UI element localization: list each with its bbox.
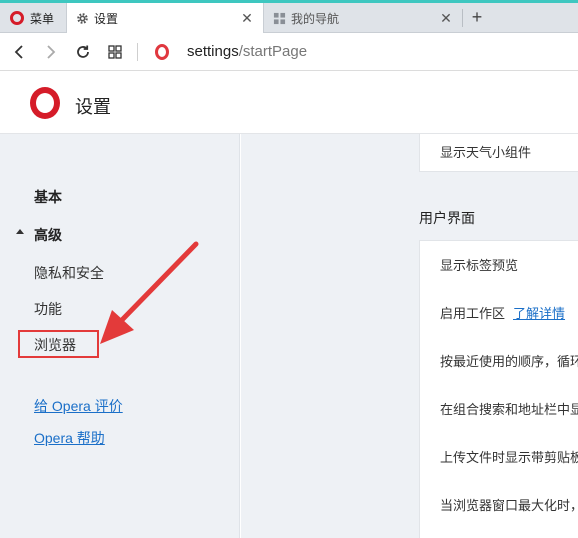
setting-label: 启用工作区 bbox=[440, 306, 506, 321]
section-title-user-interface: 用户界面 bbox=[419, 210, 475, 226]
setting-row-cycle-tabs[interactable]: 按最近使用的顺序，循环切 bbox=[440, 351, 578, 370]
url-field[interactable]: settings/startPage bbox=[187, 43, 307, 60]
setting-label: 当浏览器窗口最大化时， bbox=[440, 498, 578, 513]
tab-my-navigation[interactable]: 我的导航 ✕ bbox=[264, 3, 462, 33]
setting-row-maximized-window[interactable]: 当浏览器窗口最大化时， bbox=[440, 495, 578, 514]
close-tab-icon[interactable]: ✕ bbox=[239, 10, 255, 26]
grid-icon bbox=[272, 11, 286, 25]
tab-label: 设置 bbox=[94, 11, 119, 26]
page-title: 设置 bbox=[75, 97, 111, 117]
setting-row-workspaces[interactable]: 启用工作区 了解详情 bbox=[440, 303, 565, 322]
sidebar-item-basic[interactable]: 基本 bbox=[34, 187, 62, 207]
address-bar: settings/startPage bbox=[0, 33, 578, 71]
menu-label: 菜单 bbox=[30, 11, 55, 26]
sidebar-item-advanced[interactable]: 高级 bbox=[34, 225, 62, 245]
back-icon[interactable] bbox=[8, 41, 30, 63]
user-interface-rows: 显示标签预览 启用工作区了解详情 按最近使用的顺序，循环切 在组合搜索和地址栏中… bbox=[420, 240, 578, 538]
setting-label: 显示标签预览 bbox=[440, 258, 519, 273]
url-host: settings bbox=[187, 43, 239, 60]
opera-logo-icon bbox=[10, 11, 24, 25]
weather-widget-setting[interactable]: 显示天气小组件 bbox=[440, 142, 531, 161]
setting-label: 上传文件时显示带剪贴板内 bbox=[440, 450, 578, 465]
url-path: /startPage bbox=[238, 43, 308, 60]
gear-icon bbox=[75, 11, 89, 25]
opera-logo-icon bbox=[30, 87, 60, 119]
setting-label: 按最近使用的顺序，循环切 bbox=[440, 354, 578, 369]
tab-label: 我的导航 bbox=[291, 11, 340, 26]
reload-icon[interactable] bbox=[72, 41, 94, 63]
tab-separator bbox=[462, 9, 463, 27]
setting-row-upload-clipboard[interactable]: 上传文件时显示带剪贴板内 bbox=[440, 447, 578, 466]
setting-label: 在组合搜索和地址栏中显示 bbox=[440, 402, 578, 417]
address-separator bbox=[137, 43, 138, 61]
opera-menu-button[interactable]: 菜单 bbox=[0, 3, 66, 33]
learn-more-link[interactable]: 了解详情 bbox=[513, 306, 565, 321]
sidebar-item-privacy-security[interactable]: 隐私和安全 bbox=[34, 263, 104, 283]
tab-grid-icon[interactable] bbox=[104, 41, 126, 63]
opera-help-link[interactable]: Opera 帮助 bbox=[34, 428, 105, 448]
caret-up-icon[interactable] bbox=[16, 229, 24, 234]
forward-icon[interactable] bbox=[40, 41, 62, 63]
tab-strip: 菜单 设置 ✕ 我的导航 ✕ + bbox=[0, 0, 578, 33]
sidebar-item-features[interactable]: 功能 bbox=[34, 299, 62, 319]
annotation-highlight-box bbox=[18, 330, 99, 358]
setting-row-tab-preview[interactable]: 显示标签预览 bbox=[440, 255, 518, 274]
setting-row-search-address-bar[interactable]: 在组合搜索和地址栏中显示 bbox=[440, 399, 578, 418]
new-tab-button[interactable]: + bbox=[466, 6, 488, 28]
opera-site-icon bbox=[155, 44, 169, 60]
rate-opera-link[interactable]: 给 Opera 评价 bbox=[34, 396, 123, 416]
close-tab-icon[interactable]: ✕ bbox=[438, 10, 454, 26]
tab-settings[interactable]: 设置 ✕ bbox=[66, 3, 264, 33]
settings-header: 设置 bbox=[0, 71, 578, 134]
